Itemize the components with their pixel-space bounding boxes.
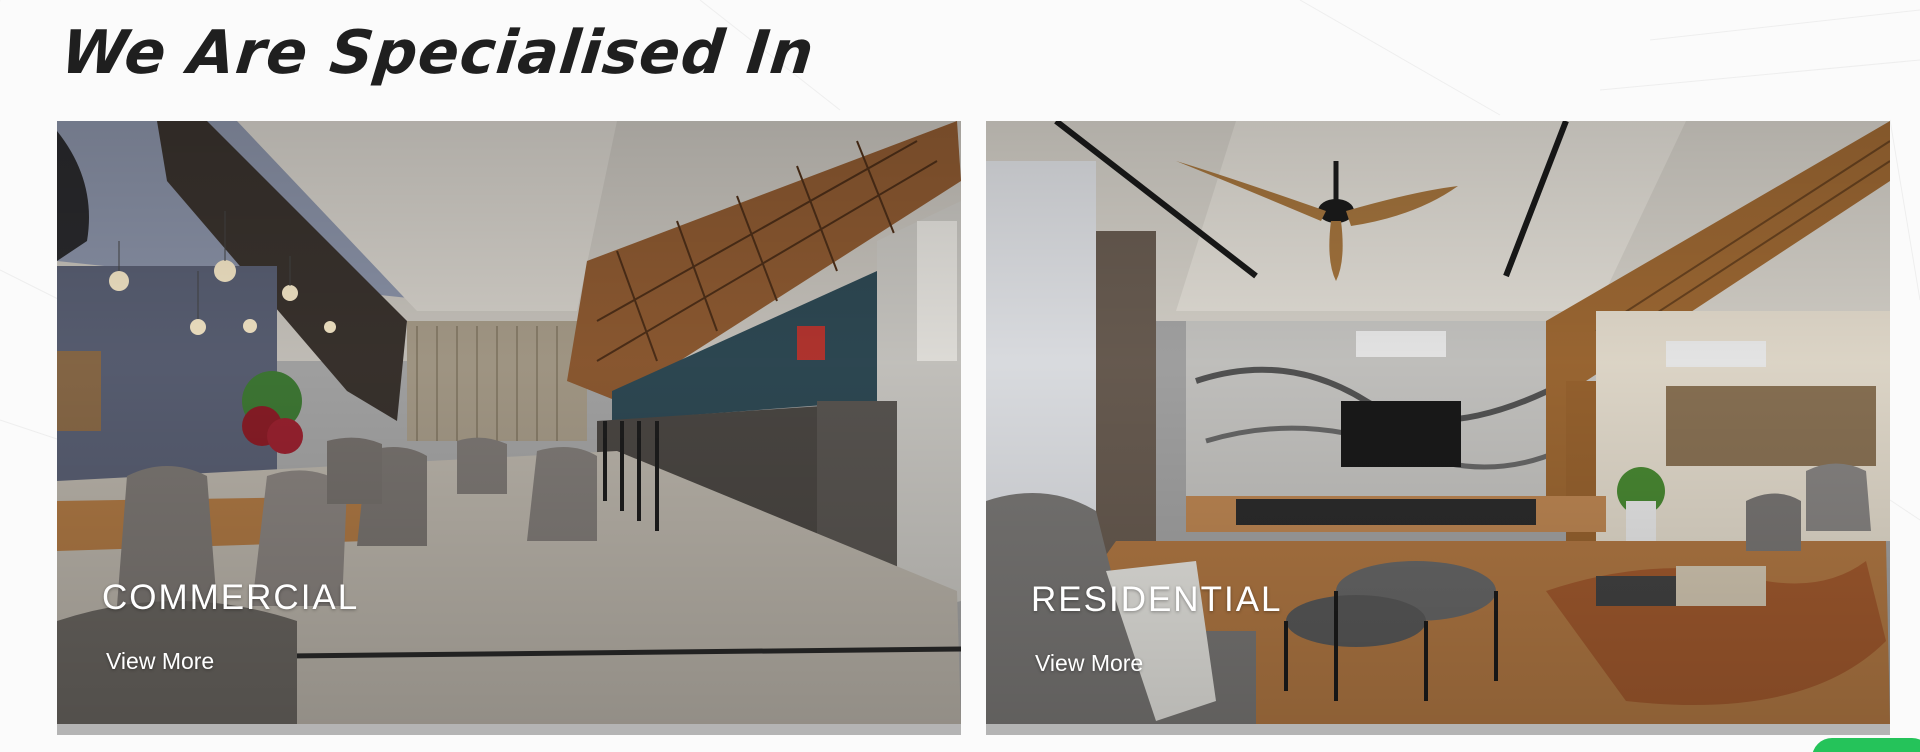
- card-title: COMMERCIAL: [102, 578, 360, 617]
- image-overlay: [986, 121, 1890, 724]
- page: We Are Specialised In COMMERCIAL View Mo…: [0, 0, 1920, 752]
- view-more-link-residential[interactable]: View More: [1035, 650, 1143, 677]
- card-commercial[interactable]: COMMERCIAL View More: [57, 121, 961, 735]
- view-more-link-commercial[interactable]: View More: [106, 648, 214, 675]
- card-bottom-bar: [57, 724, 961, 735]
- image-overlay: [57, 121, 961, 724]
- card-bottom-bar: [986, 724, 1890, 735]
- card-residential[interactable]: RESIDENTIAL View More: [986, 121, 1890, 735]
- card-title: RESIDENTIAL: [1031, 580, 1283, 619]
- chat-widget-button[interactable]: [1812, 738, 1920, 752]
- section-heading: We Are Specialised In: [58, 18, 818, 88]
